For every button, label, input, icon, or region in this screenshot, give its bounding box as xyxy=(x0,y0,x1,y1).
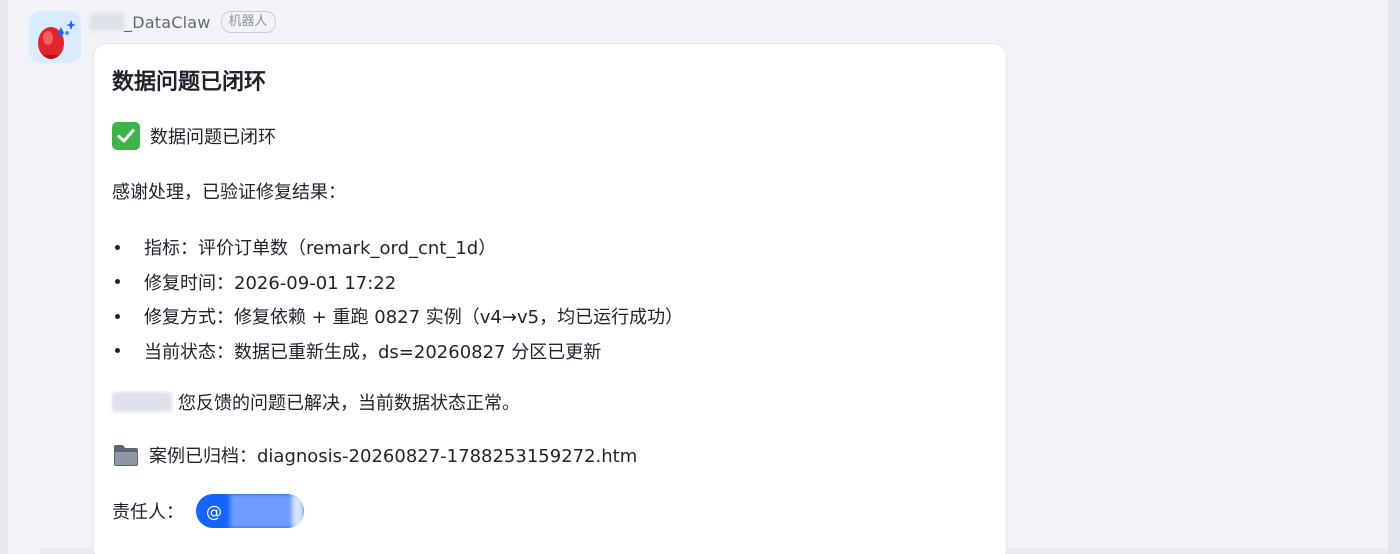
rocket-bot-avatar-icon xyxy=(29,11,81,63)
sidebar-edge xyxy=(0,0,8,554)
bullet-dot xyxy=(115,313,120,319)
list-item: 修复方式：修复依赖 + 重跑 0827 实例（v4→v5，均已运行成功） xyxy=(112,299,683,334)
status-line: 数据问题已闭环 xyxy=(112,122,276,150)
sender-line: _DataClaw 机器人 xyxy=(90,10,276,34)
user-name-redacted xyxy=(112,392,172,412)
archive-text[interactable]: 案例已归档：diagnosis-20260827-1788253159272.h… xyxy=(149,442,637,468)
message-title: 数据问题已闭环 xyxy=(112,70,267,95)
file-folder-icon xyxy=(114,445,138,466)
mention-name-redacted xyxy=(230,494,291,528)
list-item-text: 修复时间：2026-09-01 17:22 xyxy=(144,272,397,294)
result-list: 指标：评价订单数（remark_ord_cnt_1d） 修复时间：2026-09… xyxy=(112,230,683,368)
status-text: 数据问题已闭环 xyxy=(150,127,276,148)
bullet-dot xyxy=(115,244,120,250)
bot-badge: 机器人 xyxy=(220,11,276,33)
owner-label: 责任人： xyxy=(112,502,184,523)
resolution-line: 您反馈的问题已解决，当前数据状态正常。 xyxy=(112,389,520,415)
bullet-dot xyxy=(115,279,120,285)
bot-avatar[interactable] xyxy=(29,11,81,63)
archive-line: 案例已归档：diagnosis-20260827-1788253159272.h… xyxy=(112,442,637,468)
list-item: 当前状态：数据已重新生成，ds=20260827 分区已更新 xyxy=(112,334,683,369)
message-card: 数据问题已闭环 数据问题已闭环 感谢处理，已验证修复结果： 指标：评价订单数（r… xyxy=(93,43,1007,554)
list-item-text: 当前状态：数据已重新生成，ds=20260827 分区已更新 xyxy=(144,341,602,363)
intro-text: 感谢处理，已验证修复结果： xyxy=(112,182,346,203)
owner-line: 责任人： @ xyxy=(112,494,304,528)
owner-mention[interactable]: @ xyxy=(196,494,304,528)
resolution-text: 您反馈的问题已解决，当前数据状态正常。 xyxy=(178,393,520,414)
mention-edge xyxy=(290,494,304,528)
list-item-text: 指标：评价订单数（remark_ord_cnt_1d） xyxy=(144,238,497,260)
sender-name-redacted xyxy=(90,13,124,31)
scrollbar-track[interactable] xyxy=(1388,0,1400,554)
list-item: 修复时间：2026-09-01 17:22 xyxy=(112,265,683,300)
sender-name[interactable]: _DataClaw xyxy=(124,13,211,32)
check-mark-button-icon xyxy=(112,122,140,150)
bullet-dot xyxy=(115,348,120,354)
list-item: 指标：评价订单数（remark_ord_cnt_1d） xyxy=(112,230,683,265)
list-item-text: 修复方式：修复依赖 + 重跑 0827 实例（v4→v5，均已运行成功） xyxy=(144,307,684,329)
mention-at: @ xyxy=(206,501,222,521)
